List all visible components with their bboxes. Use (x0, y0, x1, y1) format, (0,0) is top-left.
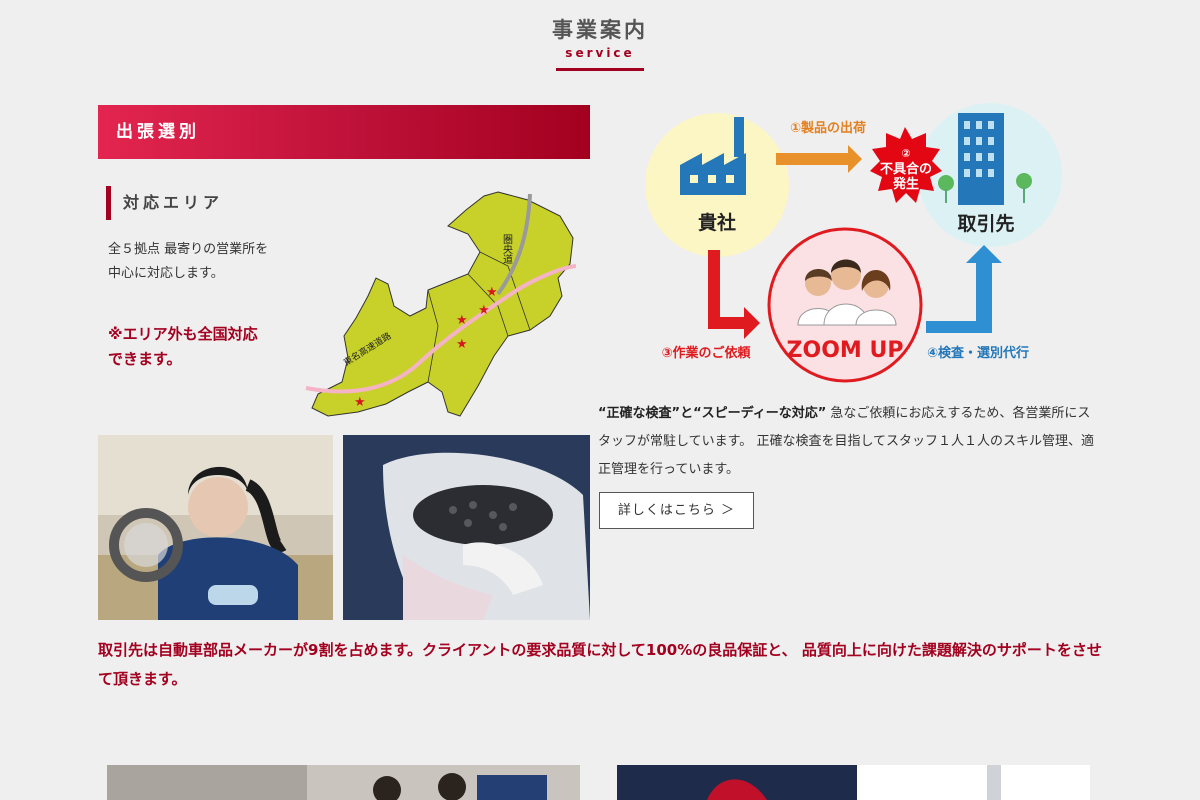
map-office-star: ★ (478, 303, 490, 318)
map-office-star: ★ (354, 395, 366, 410)
step1-arrow (776, 145, 862, 173)
step4-label: ④検査・選別代行 (927, 345, 1029, 361)
area-label: 対応エリア (106, 186, 223, 220)
client-label: 取引先 (957, 212, 1014, 235)
defect-line2: 発生 (892, 176, 919, 192)
bottom-photo-right (617, 765, 1090, 800)
step1-label: ①製品の出荷 (790, 120, 866, 136)
map-land (311, 191, 574, 417)
company-label: 貴社 (698, 211, 736, 234)
step4-arrow (926, 245, 1002, 333)
zoom-label: ZOOM UP (787, 338, 904, 363)
defect-line1: 不具合の (880, 161, 932, 177)
details-button[interactable]: 詳しくはこちら ＞ (599, 492, 754, 529)
service-flow-diagram: 貴社 取引先 ①製品の出荷 ② 不具合の 発生 ③作業のご依頼 ZOOM UP … (645, 103, 1062, 383)
area-note: ※エリア外も全国対応 できます。 (108, 322, 308, 372)
client-statement: 取引先は自動車部品メーカーが9割を占めます。クライアントの要求品質に対して100… (98, 641, 1102, 688)
area-desc-line1: 全５拠点 最寄りの営業所を (108, 242, 269, 257)
sorting-photo (343, 435, 590, 620)
coverage-map: 圏央道 東名高速道路 ★ ★ ★ ★ ★ (305, 191, 577, 417)
map-office-star: ★ (456, 337, 468, 352)
heading-underline (556, 68, 644, 71)
inspection-photo (98, 435, 333, 620)
section-heading: 事業案内 service (0, 14, 1200, 71)
description-emphasis: “正確な検査”と“スピーディーな対応” (598, 406, 827, 421)
area-desc-line2: 中心に対応します。 (108, 266, 224, 281)
service-description: “正確な検査”と“スピーディーな対応” 急なご依頼にお応えするため、各営業所にス… (598, 400, 1098, 484)
map-office-star: ★ (486, 285, 498, 300)
service-banner: 出張選別 (98, 105, 590, 159)
map-office-star: ★ (456, 313, 468, 328)
step3-label: ③作業のご依頼 (661, 345, 751, 361)
defect-num: ② (901, 147, 910, 160)
area-description: 全５拠点 最寄りの営業所を 中心に対応します。 (108, 238, 308, 286)
step3-arrow (708, 250, 760, 339)
area-note-line1: ※エリア外も全国対応 (108, 325, 258, 343)
map-ken-label: 圏央道 (501, 234, 513, 264)
bottom-photo-left (107, 765, 580, 800)
section-subtitle: service (565, 46, 635, 60)
section-title: 事業案内 (552, 18, 648, 42)
area-note-line2: できます。 (108, 350, 182, 368)
